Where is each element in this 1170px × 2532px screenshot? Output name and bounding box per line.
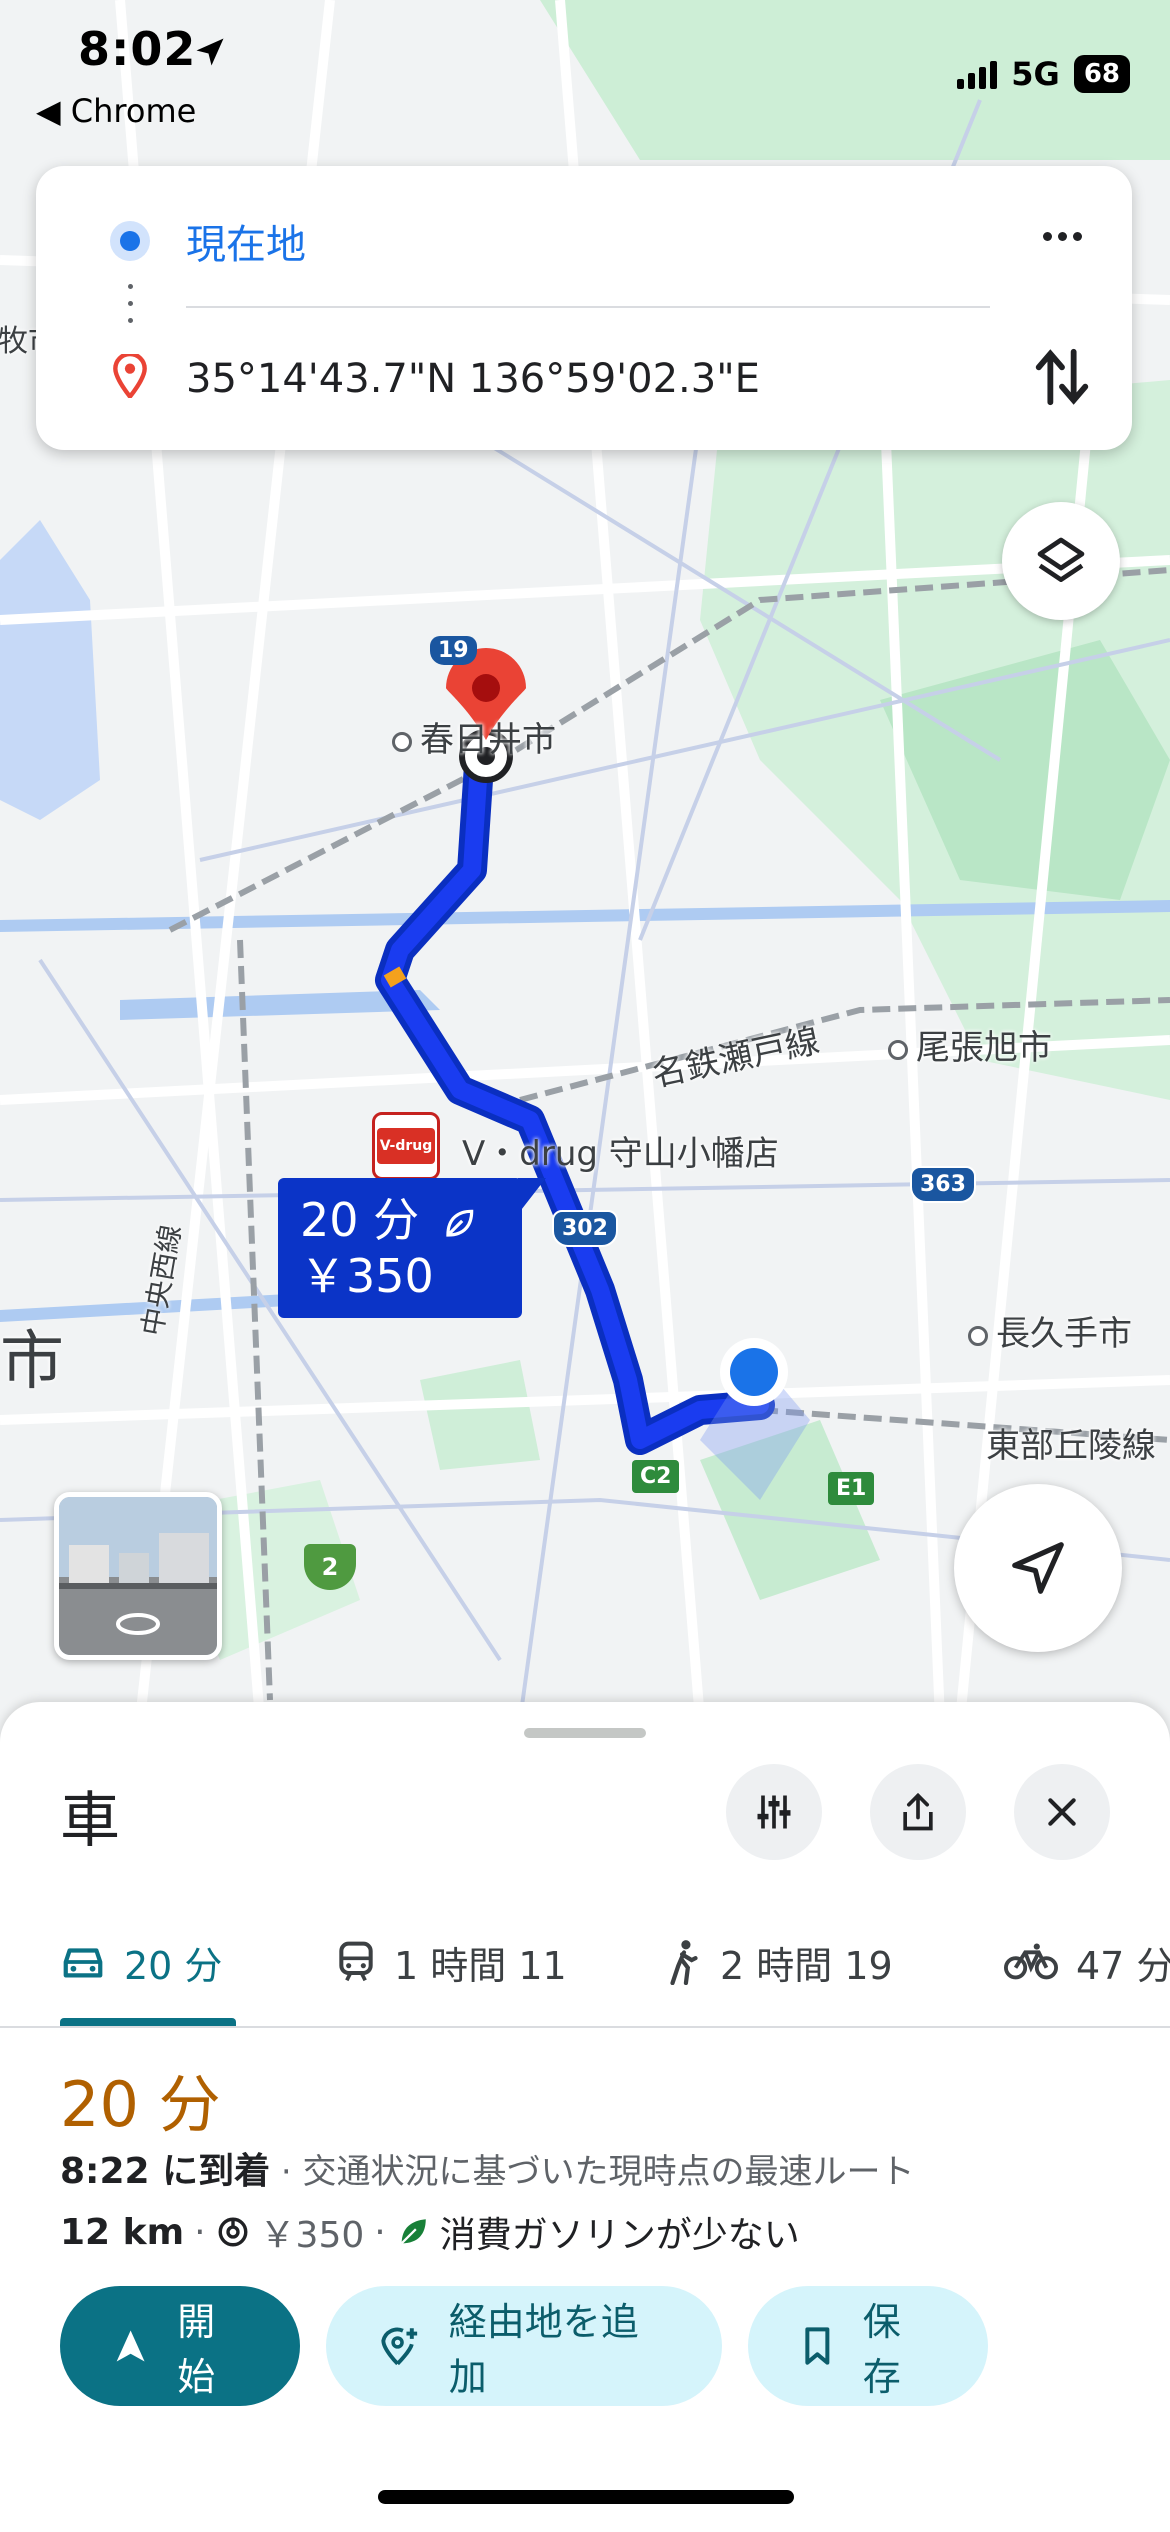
route-options-button[interactable]	[726, 1764, 822, 1860]
status-time: 8:02	[78, 22, 197, 76]
map-label-poi[interactable]: V・drug 守山小幡店	[462, 1126, 779, 1175]
route-callout-time: 20 分	[300, 1193, 420, 1247]
start-navigation-button[interactable]: 開始	[60, 2286, 300, 2406]
route-duration: 20 分	[60, 2068, 221, 2141]
route-time-callout[interactable]: 20 分 ￥350	[278, 1178, 546, 1318]
close-icon	[1048, 1798, 1076, 1826]
arrival-time: 8:22 に到着	[60, 2151, 271, 2192]
arrival-line: 8:22 に到着 · 交通状況に基づいた現時点の最速ルート	[60, 2142, 915, 2194]
bookmark-icon	[805, 2327, 830, 2365]
map-label-kasugai[interactable]: 春日井市	[392, 712, 556, 761]
directions-search-card: 現在地 35°14'43.7"N 136°59'02.3"E	[36, 166, 1132, 450]
save-route-button[interactable]: 保存	[748, 2286, 988, 2406]
toll-amount: ￥350	[259, 2215, 365, 2256]
road-badge-19: 19	[430, 636, 477, 665]
road-badge-363: 363	[910, 1166, 976, 1203]
road-badge-e1: E1	[828, 1472, 875, 1505]
toll-icon	[218, 2217, 247, 2247]
tab-cycling[interactable]: 47 分	[1004, 1900, 1170, 2024]
action-button-row: 開始 経由地を追加 保存	[60, 2286, 988, 2406]
back-to-chrome[interactable]: ◀ Chrome	[36, 92, 196, 130]
location-arrow-icon	[196, 38, 224, 66]
home-indicator[interactable]	[378, 2490, 794, 2504]
route-distance: 12 km	[60, 2211, 185, 2253]
cell-signal-icon	[957, 59, 998, 89]
close-button[interactable]	[1014, 1764, 1110, 1860]
route-dots-icon	[128, 284, 133, 335]
map-label-nagakute[interactable]: 長久手市	[968, 1306, 1132, 1355]
origin-dot-icon	[110, 221, 150, 261]
tab-car[interactable]: 20 分	[60, 1900, 222, 2024]
map-label-city-fragment: 市	[0, 1325, 64, 1399]
more-options-button[interactable]	[1032, 216, 1092, 256]
street-view-rotate-icon	[116, 1613, 160, 1635]
field-divider	[186, 306, 990, 308]
route-callout-fare: ￥350	[300, 1249, 434, 1303]
map-label-owariasahi[interactable]: 尾張旭市	[888, 1020, 1052, 1069]
directions-bottom-sheet: 車 20 分 1 時間 11 2 時間 19 47 分 20 分 8:22 に到…	[0, 1702, 1170, 2532]
vdrug-poi-icon[interactable]: V-drug	[372, 1112, 440, 1180]
add-location-icon	[381, 2327, 418, 2366]
tab-transit[interactable]: 1 時間 11	[336, 1900, 567, 2024]
origin-field[interactable]: 現在地	[186, 212, 306, 270]
navigation-start-icon	[116, 2330, 145, 2362]
active-tab-indicator	[60, 2018, 236, 2026]
train-icon	[339, 1941, 373, 1982]
travel-mode-title: 車	[60, 1786, 120, 1856]
route-info-line: 12 km · ￥350 · 消費ガソリンが少ない	[60, 2206, 800, 2258]
travel-mode-tabs: 20 分 1 時間 11 2 時間 19 47 分	[0, 1900, 1170, 2028]
road-badge-c2: C2	[632, 1460, 680, 1493]
share-button[interactable]	[870, 1764, 966, 1860]
sheet-drag-handle[interactable]	[524, 1728, 646, 1738]
eco-leaf-icon	[400, 2219, 426, 2245]
network-type: 5G	[1011, 55, 1060, 93]
map-layers-button[interactable]	[1002, 502, 1120, 620]
street-view-thumbnail[interactable]	[54, 1492, 222, 1660]
my-location-button[interactable]	[954, 1484, 1122, 1652]
eco-note: 消費ガソリンが少ない	[439, 2215, 800, 2256]
road-badge-302: 302	[552, 1210, 618, 1247]
arrival-note: · 交通状況に基づいた現時点の最速ルート	[270, 2152, 915, 2192]
sliders-icon	[757, 1795, 791, 1829]
swap-directions-icon[interactable]	[1032, 344, 1092, 410]
navigation-arrow-icon	[1012, 1542, 1064, 1594]
map-label-tobu: 東部丘陵線	[986, 1426, 1156, 1466]
tab-walking[interactable]: 2 時間 19	[666, 1900, 893, 2024]
layers-icon	[1037, 537, 1085, 582]
car-icon	[63, 1948, 103, 1978]
bike-icon	[1004, 1943, 1058, 1980]
destination-pin-icon	[113, 354, 147, 398]
eco-leaf-icon	[446, 1209, 474, 1237]
walk-icon	[670, 1940, 698, 1985]
battery-level: 68	[1073, 55, 1130, 93]
share-icon	[903, 1792, 933, 1831]
status-indicators: 5G 68	[957, 54, 1130, 94]
add-stop-button[interactable]: 経由地を追加	[326, 2286, 722, 2406]
destination-field[interactable]: 35°14'43.7"N 136°59'02.3"E	[186, 356, 760, 402]
